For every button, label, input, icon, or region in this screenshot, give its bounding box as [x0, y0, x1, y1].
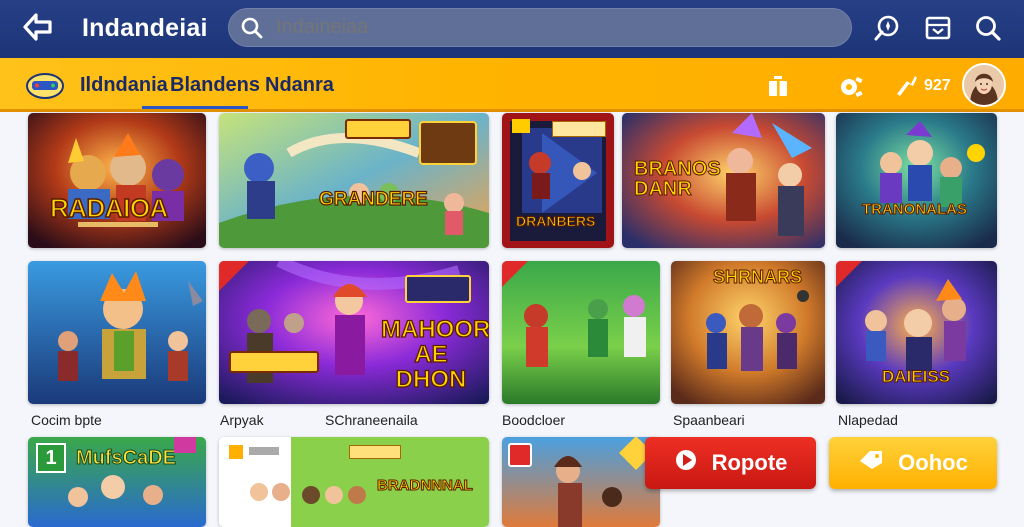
game-card[interactable]: SHRNARS — [671, 261, 825, 404]
art-badge — [249, 447, 279, 455]
art-badge — [419, 121, 477, 165]
avatar[interactable] — [962, 63, 1006, 107]
primary-action-button[interactable]: Ropote — [645, 437, 816, 489]
art-badge — [174, 437, 196, 453]
art-badge — [349, 445, 401, 459]
search-input[interactable] — [276, 13, 836, 41]
inbox-icon[interactable] — [924, 14, 952, 42]
gear-icon[interactable] — [836, 74, 864, 105]
art-badge — [345, 119, 411, 139]
game-card[interactable]: TRANONALAS — [836, 113, 997, 248]
active-tab-indicator — [142, 106, 248, 109]
coin-icon[interactable] — [893, 72, 921, 103]
art-badge — [229, 445, 243, 459]
game-art-text: TRANONALAS — [862, 201, 968, 219]
game-title[interactable]: Cocim bpte — [31, 412, 102, 428]
game-art-text: SHRNARS — [712, 267, 803, 288]
game-art-text: DAIEISS — [881, 367, 951, 387]
game-art-text: MufsCaDE — [75, 447, 177, 470]
game-title[interactable]: Boodcloer — [502, 412, 565, 428]
play-icon — [674, 448, 698, 478]
game-title[interactable]: SChraneenaila — [325, 412, 418, 428]
game-card[interactable] — [502, 437, 660, 527]
art-badge — [552, 121, 606, 137]
tab-blandens[interactable]: Blandens — [170, 74, 260, 97]
game-title[interactable]: Arpyak — [220, 412, 264, 428]
game-title[interactable]: Nlapedad — [838, 412, 898, 428]
art-badge — [512, 119, 530, 133]
game-card[interactable]: DRANBERS — [502, 113, 614, 248]
art-badge — [229, 351, 319, 373]
logo-icon[interactable] — [24, 69, 66, 101]
coupon-icon — [858, 449, 884, 477]
game-card[interactable]: GRANDERE — [219, 113, 489, 248]
game-card[interactable]: 1 MufsCaDE — [28, 437, 206, 527]
top-bar: Indandeiai — [0, 0, 1024, 58]
game-art-text: DRANBERS — [515, 213, 596, 230]
game-art-text: BRADNNNAL — [377, 477, 474, 495]
game-card[interactable] — [502, 261, 660, 404]
game-art-text: GRANDERE — [318, 188, 428, 210]
secondary-action-button[interactable]: Oohoc — [829, 437, 997, 489]
art-badge: 1 — [36, 443, 66, 473]
gift-icon[interactable] — [766, 74, 790, 103]
search-icon[interactable] — [240, 16, 264, 40]
game-card[interactable]: BRANOS DANR — [622, 113, 825, 248]
game-card[interactable]: MAHOOR AE DHON — [219, 261, 489, 404]
art-badge — [405, 275, 471, 303]
game-card[interactable] — [28, 261, 206, 404]
game-title[interactable]: Spaanbeari — [673, 412, 745, 428]
art-subtitle-bar — [78, 222, 158, 227]
game-art-text: MAHOOR AE DHON — [380, 316, 489, 394]
game-card[interactable]: BRADNNNAL — [219, 437, 489, 527]
tab-ndanra[interactable]: Ndanra — [265, 74, 334, 97]
primary-action-label: Ropote — [711, 450, 788, 475]
app-title: Indandeiai — [82, 14, 208, 42]
tab-ildndania[interactable]: Ildndania — [80, 74, 168, 97]
coin-count: 927 — [924, 77, 951, 94]
category-nav: Ildndania Blandens Ndanra 927 — [0, 58, 1024, 112]
game-card[interactable]: RADAIOA — [28, 113, 206, 248]
back-arrow-icon[interactable] — [22, 12, 54, 42]
explore-icon[interactable] — [873, 14, 901, 42]
game-art-text: RADAIOA — [49, 192, 169, 224]
art-badge — [508, 443, 532, 467]
profile-search-icon[interactable] — [974, 14, 1002, 42]
secondary-action-label: Oohoc — [898, 450, 968, 475]
game-card[interactable]: DAIEISS — [836, 261, 997, 404]
game-art-text: BRANOS DANR — [634, 158, 722, 200]
